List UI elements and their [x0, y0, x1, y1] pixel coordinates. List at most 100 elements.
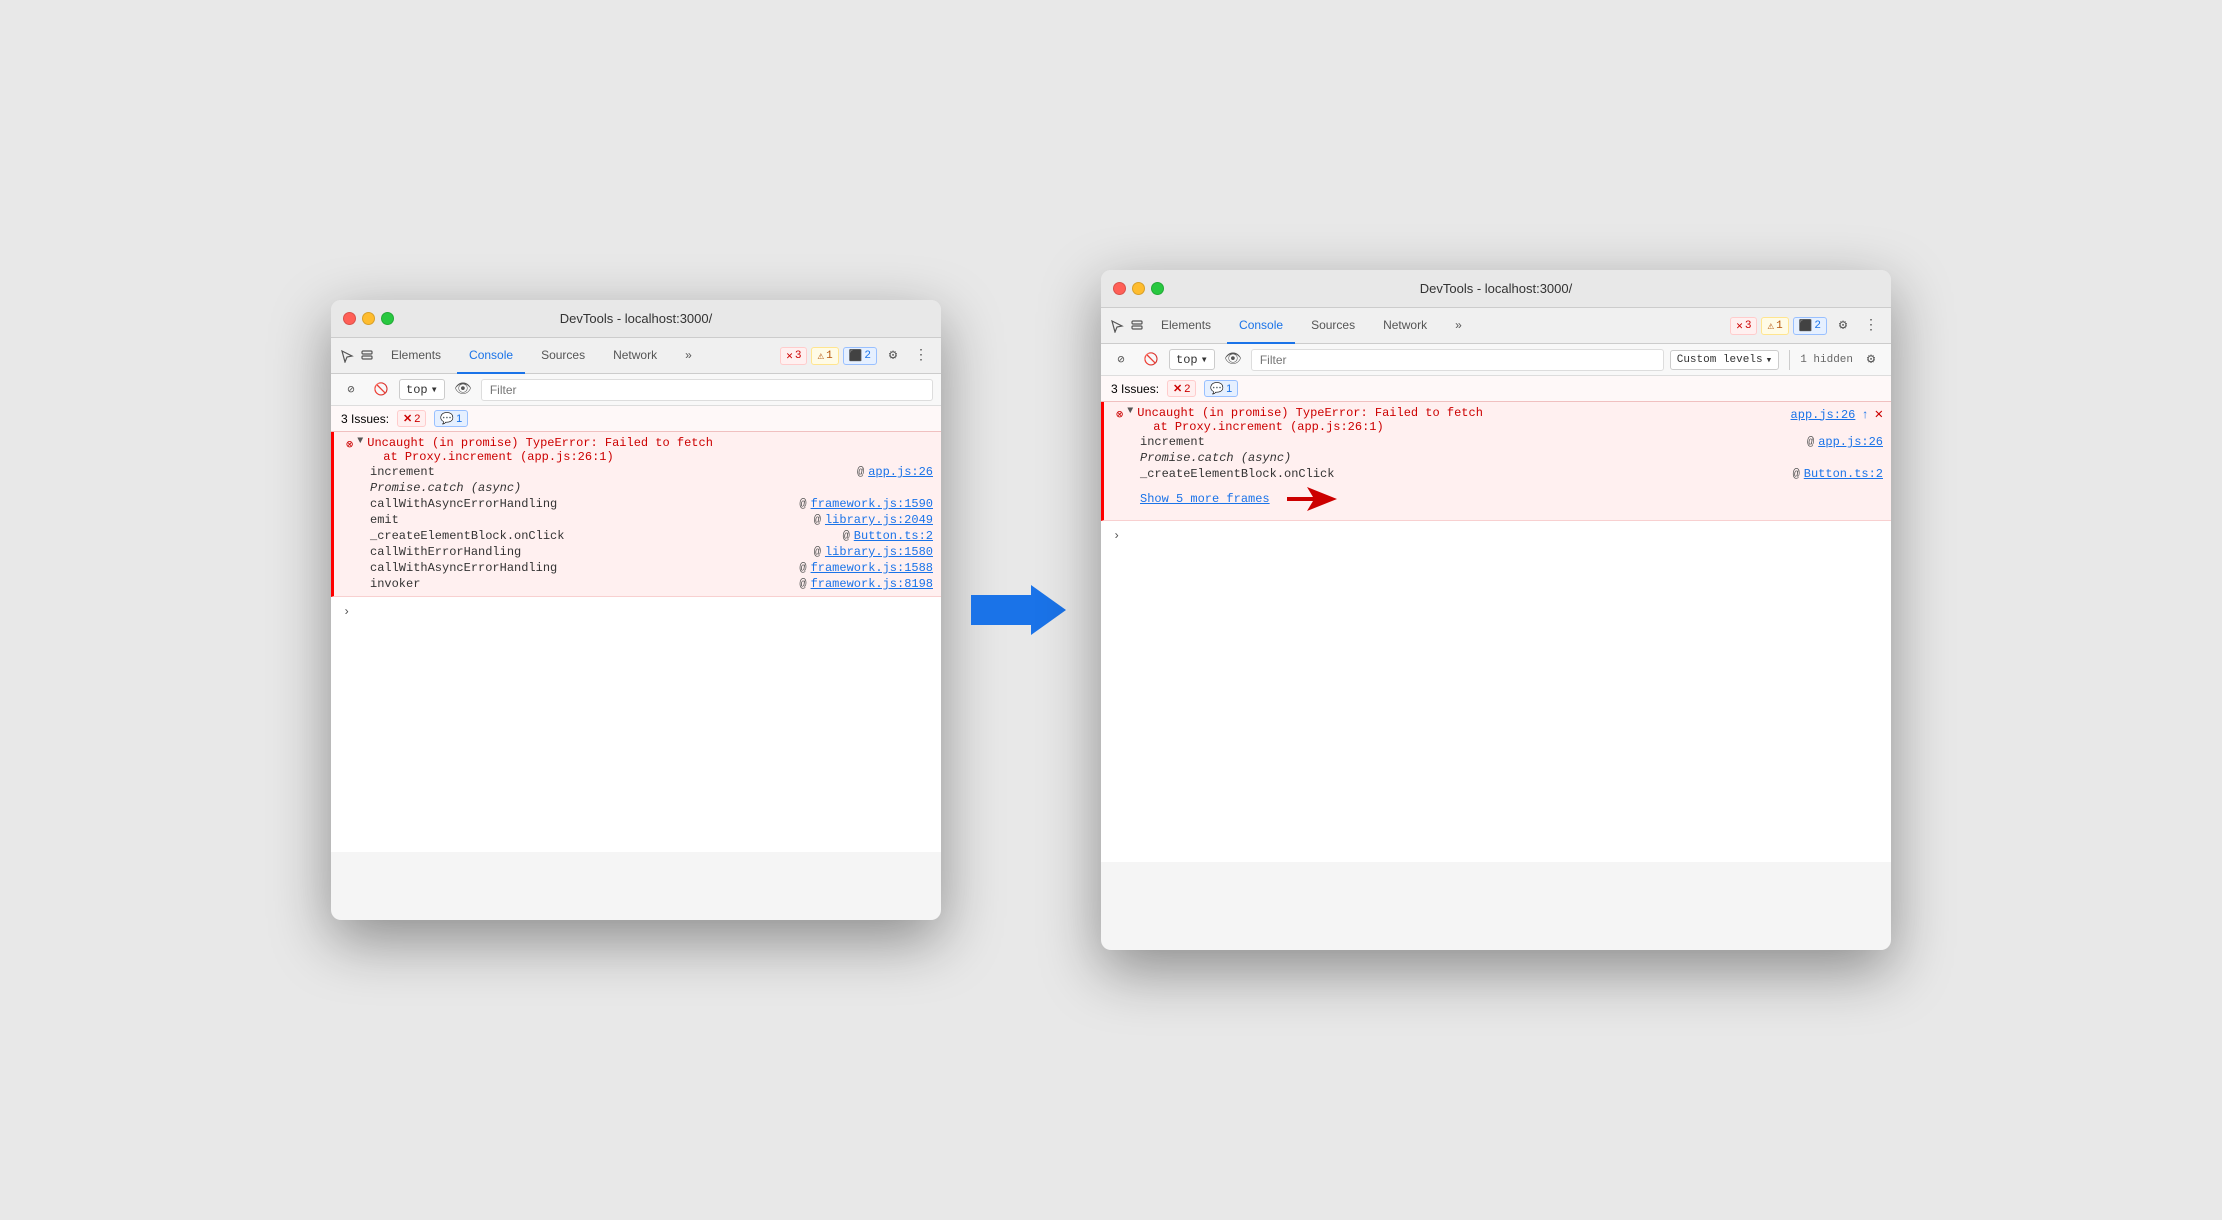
issues-info-before: 💬 1 [434, 410, 468, 427]
stack-link-5[interactable]: library.js:1580 [825, 545, 933, 559]
minimize-button-before[interactable] [362, 312, 375, 325]
stack-line-6: callWithAsyncErrorHandling @ framework.j… [346, 560, 933, 576]
stack-line-7: invoker @ framework.js:8198 [346, 576, 933, 592]
stack-link-after-2[interactable]: Button.ts:2 [1804, 467, 1883, 481]
error-entry-before: ⊗ ▼ Uncaught (in promise) TypeError: Fai… [331, 432, 941, 597]
tab-console-before[interactable]: Console [457, 338, 525, 374]
error-header-after: ⊗ ▼ Uncaught (in promise) TypeError: Fai… [1116, 406, 1883, 434]
console-prompt-before: › [331, 597, 941, 627]
devtools-window-after: DevTools - localhost:3000/ Elements Cons… [1101, 270, 1891, 950]
prompt-icon-after: › [1113, 529, 1120, 543]
menu-icon-after[interactable]: ⋮ [1859, 314, 1883, 338]
error-badge-before: ✕ 3 [780, 347, 807, 365]
filter-input-before[interactable] [481, 379, 933, 401]
stack-line-3: emit @ library.js:2049 [346, 512, 933, 528]
eye-icon-after[interactable]: 👁 [1221, 348, 1245, 372]
issues-errors-before: ✕ 2 [397, 410, 426, 427]
tab-elements-after[interactable]: Elements [1149, 308, 1223, 344]
stack-line-after-1: Promise.catch (async) [1116, 450, 1883, 466]
tab-more-before[interactable]: » [673, 338, 704, 374]
tab-sources-before[interactable]: Sources [529, 338, 597, 374]
layers-icon-after[interactable] [1129, 318, 1145, 334]
stack-line-5: callWithErrorHandling @ library.js:1580 [346, 544, 933, 560]
filter-input-after[interactable] [1251, 349, 1664, 371]
tab-network-before[interactable]: Network [601, 338, 669, 374]
devtools-window-before: DevTools - localhost:3000/ Elements Cons… [331, 300, 941, 920]
cursor-icon-before[interactable] [339, 348, 355, 364]
toolbar-icons-after: ✕ 3 ⚠ 1 ⬛ 2 ⚙ ⋮ [1730, 314, 1883, 338]
stack-link-after-0[interactable]: app.js:26 [1818, 435, 1883, 449]
console-toolbar-before: ⊘ 🚫 top ▾ 👁 [331, 374, 941, 406]
layers-icon-before[interactable] [359, 348, 375, 364]
stack-link-7[interactable]: framework.js:8198 [811, 577, 933, 591]
close-button-after[interactable] [1113, 282, 1126, 295]
traffic-lights-before [343, 312, 394, 325]
warn-badge-after: ⚠ 1 [1761, 317, 1788, 335]
menu-icon-before[interactable]: ⋮ [909, 344, 933, 368]
settings-icon-before[interactable]: ⚙ [881, 344, 905, 368]
maximize-button-before[interactable] [381, 312, 394, 325]
toolbar-separator [1789, 350, 1790, 370]
issues-bar-before: 3 Issues: ✕ 2 💬 1 [331, 406, 941, 432]
settings-gear-icon-after[interactable]: ⚙ [1859, 348, 1883, 372]
block-icon-after[interactable]: 🚫 [1139, 348, 1163, 372]
tab-console-after[interactable]: Console [1227, 308, 1295, 344]
stack-line-4: _createElementBlock.onClick @ Button.ts:… [346, 528, 933, 544]
issues-info-after: 💬 1 [1204, 380, 1238, 397]
console-content-before: ⊗ ▼ Uncaught (in promise) TypeError: Fai… [331, 432, 941, 852]
error-circle-icon-after: ⊗ [1116, 407, 1123, 422]
jump-to-source-icon[interactable]: ↑ [1861, 408, 1868, 422]
titlebar-after: DevTools - localhost:3000/ [1101, 270, 1891, 308]
stack-line-after-2: _createElementBlock.onClick @ Button.ts:… [1116, 466, 1883, 482]
stack-link-6[interactable]: framework.js:1588 [811, 561, 933, 575]
top-selector-before[interactable]: top ▾ [399, 379, 445, 400]
tab-bar-before: Elements Console Sources Network » ✕ 3 ⚠… [331, 338, 941, 374]
tab-elements-before[interactable]: Elements [379, 338, 453, 374]
settings-icon-after[interactable]: ⚙ [1831, 314, 1855, 338]
stop-icon-before[interactable]: ⊘ [339, 378, 363, 402]
tab-bar-after: Elements Console Sources Network » ✕ 3 ⚠… [1101, 308, 1891, 344]
stack-link-4[interactable]: Button.ts:2 [854, 529, 933, 543]
custom-levels-selector[interactable]: Custom levels ▾ [1670, 350, 1779, 370]
issues-errors-after: ✕ 2 [1167, 380, 1196, 397]
maximize-button-after[interactable] [1151, 282, 1164, 295]
file-link-after[interactable]: app.js:26 [1791, 408, 1856, 422]
collapse-icon-before[interactable]: ▼ [357, 436, 363, 447]
console-prompt-after: › [1101, 521, 1891, 551]
error-message-line1-after: Uncaught (in promise) TypeError: Failed … [1137, 406, 1483, 420]
entry-actions: app.js:26 ↑ ✕ [1791, 406, 1883, 423]
eye-icon-before[interactable]: 👁 [451, 378, 475, 402]
collapse-icon-after[interactable]: ▼ [1127, 406, 1133, 417]
stop-icon-after[interactable]: ⊘ [1109, 348, 1133, 372]
dismiss-icon[interactable]: ✕ [1875, 406, 1883, 423]
comparison-wrapper: DevTools - localhost:3000/ Elements Cons… [331, 270, 1891, 950]
blue-arrow [971, 580, 1071, 640]
cursor-icon-after[interactable] [1109, 318, 1125, 334]
top-selector-after[interactable]: top ▾ [1169, 349, 1215, 370]
stack-line-after-0: increment @ app.js:26 [1116, 434, 1883, 450]
info-badge-before: ⬛ 2 [843, 347, 877, 365]
titlebar-before: DevTools - localhost:3000/ [331, 300, 941, 338]
hidden-count: 1 hidden [1800, 354, 1853, 366]
error-message-line2-after: at Proxy.increment (app.js:26:1) [1153, 420, 1383, 434]
error-text-after: Uncaught (in promise) TypeError: Failed … [1137, 406, 1483, 434]
stack-link-2[interactable]: framework.js:1590 [811, 497, 933, 511]
traffic-lights-after [1113, 282, 1164, 295]
issues-bar-after: 3 Issues: ✕ 2 💬 1 [1101, 376, 1891, 402]
minimize-button-after[interactable] [1132, 282, 1145, 295]
info-badge-after: ⬛ 2 [1793, 317, 1827, 335]
error-badge-after: ✕ 3 [1730, 317, 1757, 335]
tab-sources-after[interactable]: Sources [1299, 308, 1367, 344]
block-icon-before[interactable]: 🚫 [369, 378, 393, 402]
stack-link-0[interactable]: app.js:26 [868, 465, 933, 479]
error-message-line2-before: at Proxy.increment (app.js:26:1) [383, 450, 613, 464]
show-more-frames-line: Show 5 more frames [1116, 482, 1883, 516]
toolbar-icons-before: ✕ 3 ⚠ 1 ⬛ 2 ⚙ ⋮ [780, 344, 933, 368]
tab-network-after[interactable]: Network [1371, 308, 1439, 344]
error-header-left: ⊗ ▼ Uncaught (in promise) TypeError: Fai… [1116, 406, 1483, 434]
stack-link-3[interactable]: library.js:2049 [825, 513, 933, 527]
close-button-before[interactable] [343, 312, 356, 325]
stack-line-2: callWithAsyncErrorHandling @ framework.j… [346, 496, 933, 512]
tab-more-after[interactable]: » [1443, 308, 1474, 344]
show-more-frames-link[interactable]: Show 5 more frames [1140, 492, 1270, 506]
